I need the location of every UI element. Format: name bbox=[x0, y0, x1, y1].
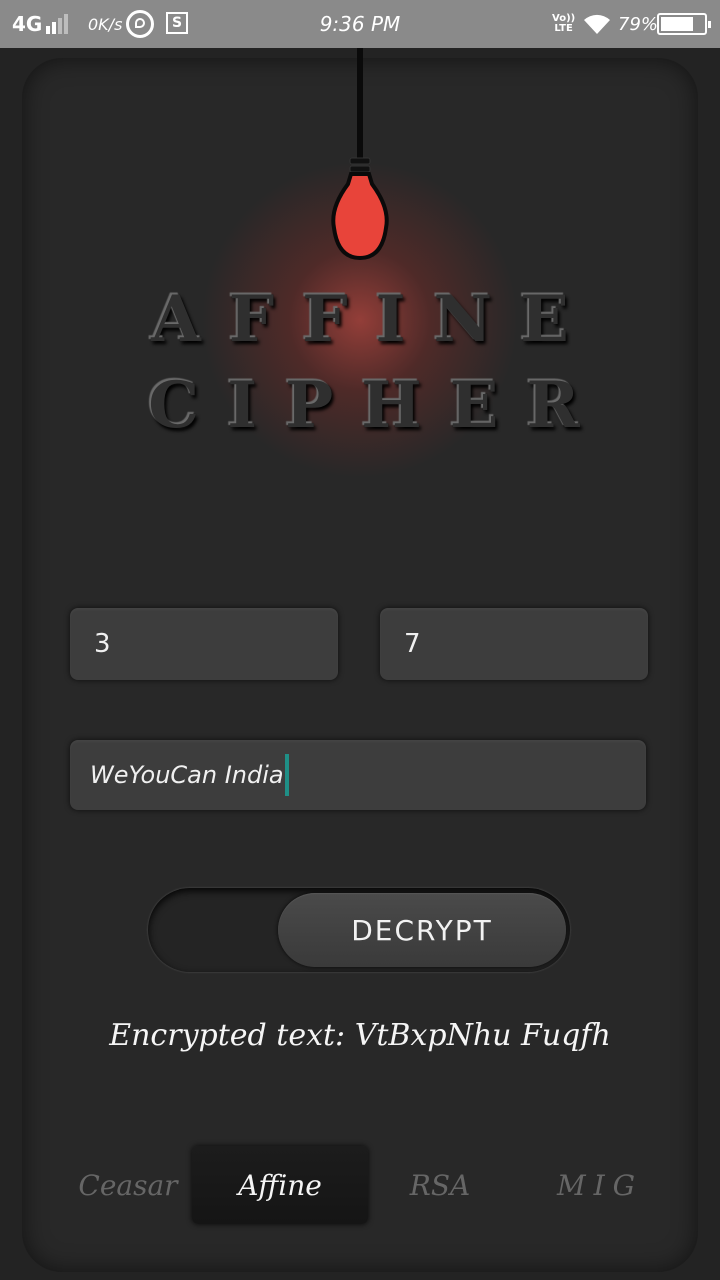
title-line-1: AFFINE bbox=[151, 282, 597, 357]
clock: 9:36 PM bbox=[319, 12, 401, 36]
battery-percent: 79% bbox=[618, 13, 659, 35]
tab-affine[interactable]: Affine bbox=[192, 1146, 368, 1224]
key-a-value: 3 bbox=[94, 629, 111, 659]
key-a-input[interactable]: 3 bbox=[70, 608, 338, 680]
result-text: Encrypted text: VtBxpNhu Fuqfh bbox=[109, 1018, 611, 1053]
key-b-value: 7 bbox=[404, 629, 421, 659]
tab-ceasar[interactable]: Ceasar bbox=[40, 1146, 216, 1224]
title-line-2: CIPHER bbox=[148, 368, 608, 443]
wifi-icon bbox=[582, 0, 612, 48]
message-input[interactable]: WeYouCan India bbox=[70, 740, 646, 810]
volte-icon: Vo)) LTE bbox=[552, 13, 576, 34]
tab-mig[interactable]: MIG bbox=[512, 1146, 688, 1224]
battery-icon bbox=[657, 13, 711, 35]
cipher-tab-bar: Ceasar Affine RSA MIG bbox=[40, 1146, 680, 1224]
tab-rsa[interactable]: RSA bbox=[352, 1146, 528, 1224]
key-b-input[interactable]: 7 bbox=[380, 608, 648, 680]
mode-toggle-knob[interactable]: DECRYPT bbox=[278, 893, 566, 967]
lightbulb-icon bbox=[331, 48, 389, 261]
status-bar: 4G 0K/s S 9:36 PM Vo)) LTE 79% bbox=[0, 0, 720, 48]
toggle-label: DECRYPT bbox=[351, 913, 493, 947]
message-value: WeYouCan India bbox=[90, 761, 284, 789]
text-cursor bbox=[284, 754, 289, 796]
